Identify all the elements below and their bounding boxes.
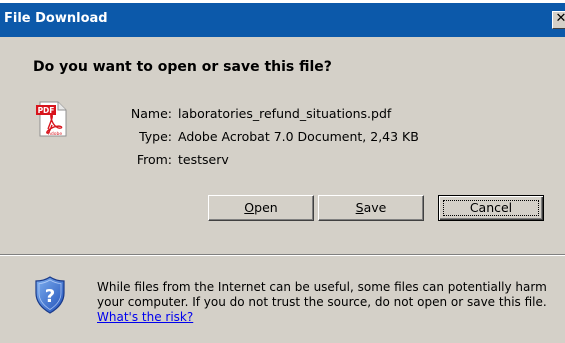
- from-label: From:: [136, 152, 172, 167]
- close-button[interactable]: ✕: [552, 11, 565, 29]
- open-button[interactable]: Open: [208, 195, 314, 221]
- open-button-label: Open: [244, 200, 278, 215]
- separator: [0, 254, 565, 256]
- save-button[interactable]: Save: [318, 195, 424, 221]
- save-button-label: Save: [355, 200, 387, 215]
- svg-text:?: ?: [45, 286, 55, 307]
- pdf-file-icon: PDF Adobe: [36, 101, 70, 140]
- dialog-question: Do you want to open or save this file?: [33, 59, 332, 75]
- cancel-button[interactable]: Cancel: [438, 195, 544, 221]
- close-icon: ✕: [555, 11, 565, 26]
- file-type-value: Adobe Acrobat 7.0 Document, 2,43 KB: [178, 129, 419, 144]
- title-bar[interactable]: File Download: [0, 3, 565, 37]
- shield-question-icon: ?: [34, 276, 66, 317]
- pdf-label: PDF: [38, 106, 55, 115]
- file-source-value: testserv: [178, 152, 229, 167]
- whats-the-risk-link[interactable]: What's the risk?: [97, 310, 193, 324]
- name-label: Name:: [130, 106, 172, 121]
- warning-text: While files from the Internet can be use…: [97, 280, 547, 309]
- cancel-button-label: Cancel: [469, 200, 513, 215]
- type-label: Type:: [139, 129, 172, 144]
- adobe-label: Adobe: [48, 131, 62, 137]
- file-name-value: laboratories_refund_situations.pdf: [178, 106, 392, 121]
- dialog-body: Do you want to open or save this file? P…: [0, 37, 565, 343]
- warning-message: While files from the Internet can be use…: [97, 280, 559, 325]
- window-title: File Download: [4, 11, 108, 26]
